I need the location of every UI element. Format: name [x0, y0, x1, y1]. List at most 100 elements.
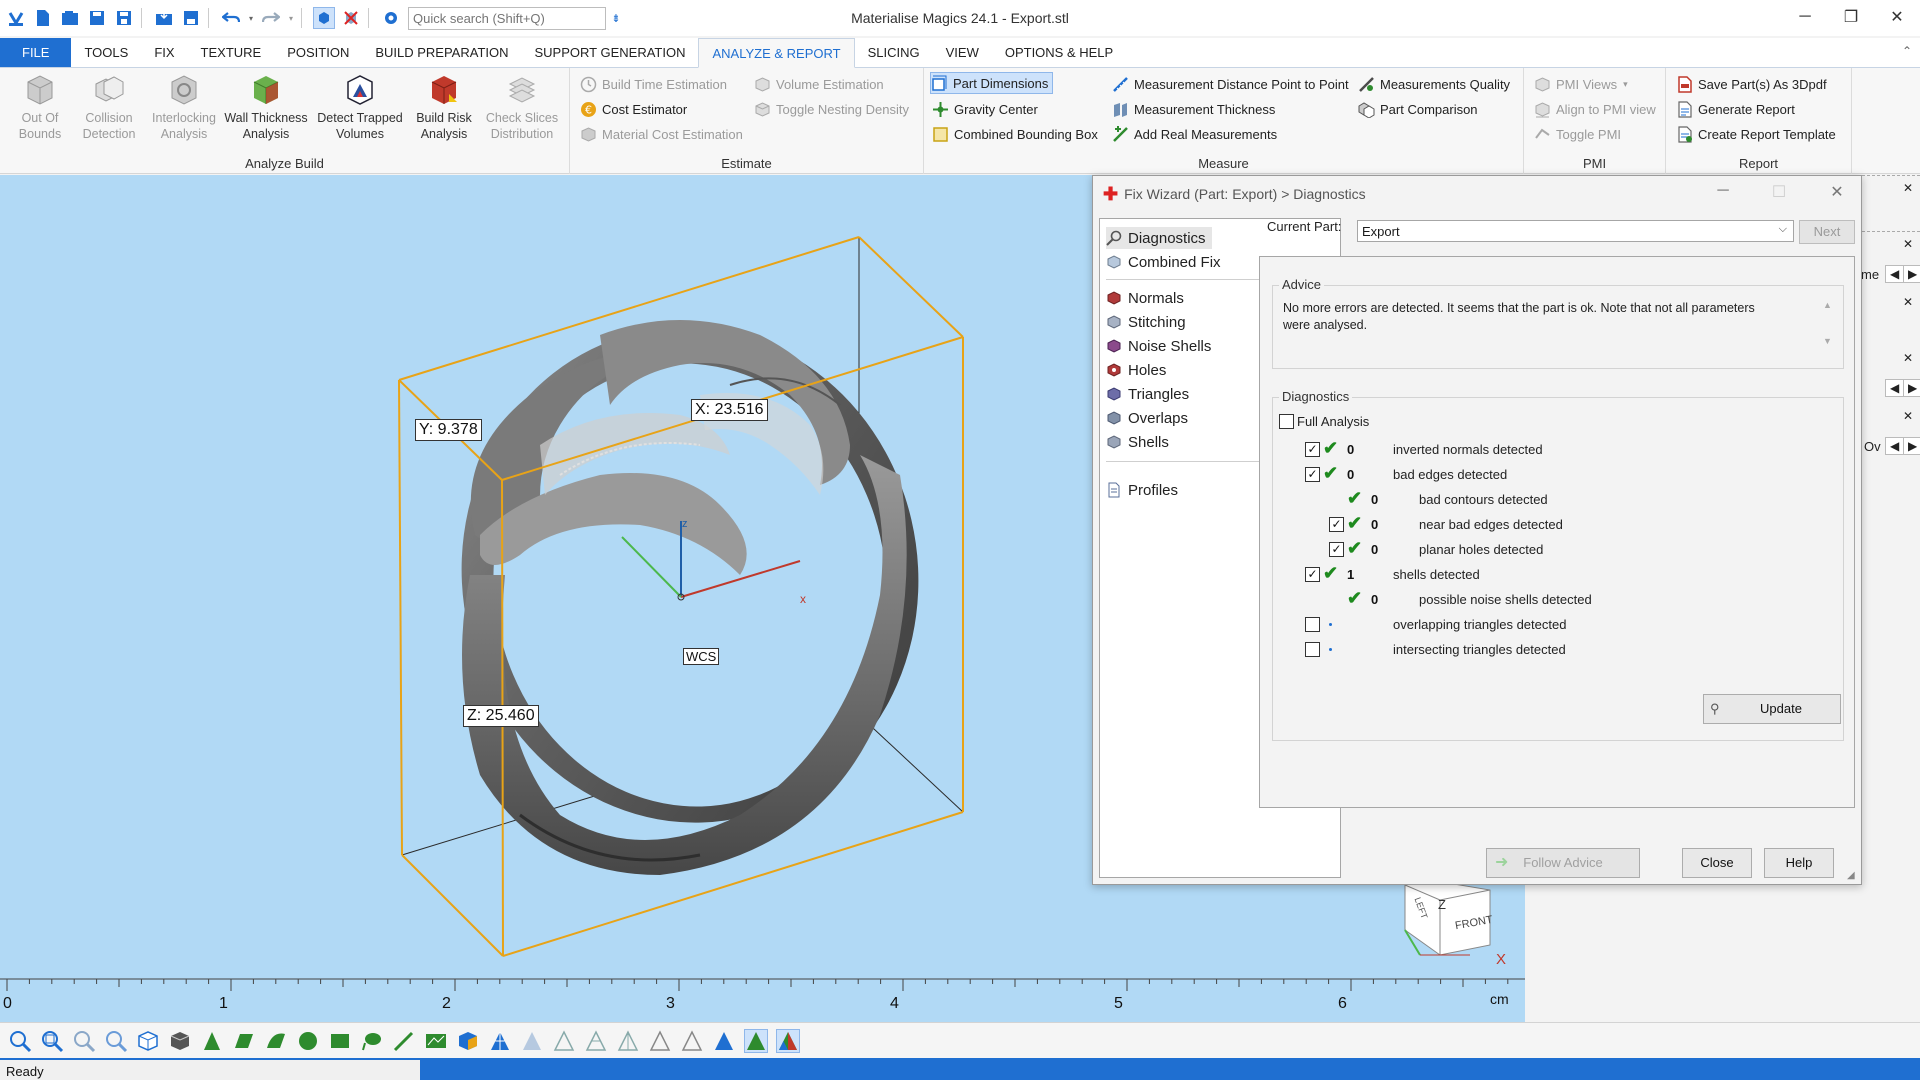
volume-estimation-button[interactable]: Volume Estimation — [754, 73, 884, 95]
save-project-icon[interactable] — [180, 7, 202, 29]
nav-noise-shells[interactable]: Noise Shells — [1106, 335, 1217, 357]
bad-edges-checkbox[interactable]: ✓ — [1305, 467, 1320, 482]
panel-prev-arrow[interactable]: ◀ — [1885, 265, 1905, 283]
overlapping-triangles-checkbox[interactable] — [1305, 617, 1320, 632]
advice-scroll-up-icon[interactable]: ▲ — [1823, 300, 1832, 310]
save-parts-as-3dpdf-button[interactable]: Save Part(s) As 3Dpdf — [1676, 73, 1827, 95]
follow-advice-button[interactable]: ➜ Follow Advice — [1486, 848, 1640, 878]
panel-next-arrow[interactable]: ▶ — [1903, 265, 1920, 283]
dialog-maximize-button[interactable]: ☐ — [1765, 182, 1793, 206]
tab-texture[interactable]: TEXTURE — [188, 38, 275, 67]
triangle-select-icon[interactable] — [200, 1029, 224, 1053]
mesh-tool-2-icon[interactable] — [520, 1029, 544, 1053]
plane-select-icon[interactable] — [232, 1029, 256, 1053]
settings-gear-icon[interactable] — [380, 7, 402, 29]
nav-profiles[interactable]: Profiles — [1106, 479, 1184, 501]
zoom-icon[interactable] — [8, 1029, 32, 1053]
zoom-window-icon[interactable] — [40, 1029, 64, 1053]
near-bad-edges-checkbox[interactable]: ✓ — [1329, 517, 1344, 532]
build-risk-analysis-button[interactable]: Build Risk Analysis — [410, 72, 478, 142]
pmi-views-button[interactable]: PMI Views ▾ — [1534, 73, 1628, 95]
nav-combined-fix[interactable]: Combined Fix — [1106, 251, 1227, 273]
shells-checkbox[interactable]: ✓ — [1305, 567, 1320, 582]
part-dimensions-button[interactable]: Part Dimensions — [930, 72, 1054, 94]
tab-support-generation[interactable]: SUPPORT GENERATION — [522, 38, 699, 67]
mesh-tool-6-icon[interactable] — [648, 1029, 672, 1053]
update-button[interactable]: ⚲ Update — [1703, 694, 1841, 724]
nav-stitching[interactable]: Stitching — [1106, 311, 1192, 333]
view-cube[interactable]: FRONT LEFT Z X — [1400, 875, 1510, 985]
measurements-quality-button[interactable]: Measurements Quality — [1358, 73, 1510, 95]
align-to-pmi-view-button[interactable]: Align to PMI view — [1534, 98, 1656, 120]
mesh-tool-8-icon[interactable] — [712, 1029, 736, 1053]
inverted-normals-checkbox[interactable]: ✓ — [1305, 442, 1320, 457]
combined-bounding-box-button[interactable]: Combined Bounding Box — [932, 123, 1098, 145]
advice-scroll-down-icon[interactable]: ▼ — [1823, 336, 1832, 346]
redo-dropdown-icon[interactable]: ▾ — [287, 7, 295, 29]
nav-normals[interactable]: Normals — [1106, 287, 1190, 309]
panel-close-icon-5[interactable]: ✕ — [1903, 409, 1913, 423]
shading-mode-icon[interactable] — [168, 1029, 192, 1053]
generate-report-button[interactable]: Generate Report — [1676, 98, 1795, 120]
dialog-close-icon[interactable]: ✕ — [1823, 182, 1851, 206]
mesh-tool-7-icon[interactable] — [680, 1029, 704, 1053]
build-time-estimation-button[interactable]: Build Time Estimation — [580, 73, 727, 95]
nav-overlaps[interactable]: Overlaps — [1106, 407, 1194, 429]
mesh-tool-3-icon[interactable] — [552, 1029, 576, 1053]
check-slices-distribution-button[interactable]: Check Slices Distribution — [484, 72, 560, 142]
minimize-button[interactable]: ─ — [1782, 0, 1828, 34]
intersecting-triangles-checkbox[interactable] — [1305, 642, 1320, 657]
measurement-distance-p2p-button[interactable]: Measurement Distance Point to Point — [1112, 73, 1349, 95]
panel-close-icon-2[interactable]: ✕ — [1903, 237, 1913, 251]
tab-analyze-report[interactable]: ANALYZE & REPORT — [698, 38, 855, 68]
collision-detection-button[interactable]: Collision Detection — [76, 72, 142, 142]
panel-next-arrow-2[interactable]: ▶ — [1903, 379, 1920, 397]
brush-select-icon[interactable] — [392, 1029, 416, 1053]
tab-position[interactable]: POSITION — [274, 38, 362, 67]
deselect-parts-icon[interactable] — [340, 7, 362, 29]
panel-close-icon-3[interactable]: ✕ — [1903, 295, 1913, 309]
quick-search-input[interactable] — [408, 6, 606, 30]
tab-fix[interactable]: FIX — [141, 38, 187, 67]
restore-button[interactable]: ❐ — [1828, 0, 1874, 34]
shell-select-icon[interactable] — [296, 1029, 320, 1053]
undo-dropdown-icon[interactable]: ▾ — [247, 7, 255, 29]
interlocking-analysis-button[interactable]: Interlocking Analysis — [148, 72, 220, 142]
zoom-fit-icon[interactable] — [72, 1029, 96, 1053]
import-icon[interactable] — [153, 7, 175, 29]
collapse-ribbon-icon[interactable]: ⌃ — [1902, 44, 1912, 58]
tab-options-help[interactable]: OPTIONS & HELP — [992, 38, 1126, 67]
close-window-button[interactable]: ✕ — [1874, 0, 1920, 34]
help-button[interactable]: Help — [1764, 848, 1834, 878]
undo-icon[interactable] — [220, 7, 242, 29]
full-analysis-checkbox[interactable] — [1279, 414, 1294, 429]
nav-shells[interactable]: Shells — [1106, 431, 1175, 453]
next-button[interactable]: Next — [1799, 220, 1855, 244]
toggle-pmi-button[interactable]: Toggle PMI — [1534, 123, 1621, 145]
ring-model[interactable] — [430, 298, 951, 875]
part-color-icon[interactable] — [456, 1029, 480, 1053]
surface-select-icon[interactable] — [264, 1029, 288, 1053]
panel-prev-arrow-3[interactable]: ◀ — [1885, 437, 1905, 455]
save-icon[interactable] — [86, 7, 108, 29]
new-file-icon[interactable] — [32, 7, 54, 29]
dialog-title-bar[interactable]: ✚ Fix Wizard (Part: Export) > Diagnostic… — [1093, 176, 1863, 212]
zoom-selection-icon[interactable] — [104, 1029, 128, 1053]
create-report-template-button[interactable]: Create Report Template — [1676, 123, 1836, 145]
planar-holes-checkbox[interactable]: ✓ — [1329, 542, 1344, 557]
rectangle-select-icon[interactable] — [328, 1029, 352, 1053]
tab-file[interactable]: FILE — [0, 38, 72, 67]
panel-next-arrow-3[interactable]: ▶ — [1903, 437, 1920, 455]
tab-view[interactable]: VIEW — [933, 38, 992, 67]
panel-prev-arrow-2[interactable]: ◀ — [1885, 379, 1905, 397]
cost-estimator-button[interactable]: € Cost Estimator — [580, 98, 687, 120]
gravity-center-button[interactable]: Gravity Center — [932, 98, 1038, 120]
lasso-select-icon[interactable] — [360, 1029, 384, 1053]
resize-grip-icon[interactable]: ◢ — [1847, 870, 1855, 881]
search-options-icon[interactable]: ⇟ — [611, 7, 621, 29]
part-comparison-button[interactable]: Part Comparison — [1358, 98, 1478, 120]
nav-triangles[interactable]: Triangles — [1106, 383, 1195, 405]
tab-slicing[interactable]: SLICING — [855, 38, 933, 67]
polyline-select-icon[interactable] — [424, 1029, 448, 1053]
toggle-nesting-density-button[interactable]: Toggle Nesting Density — [754, 98, 909, 120]
